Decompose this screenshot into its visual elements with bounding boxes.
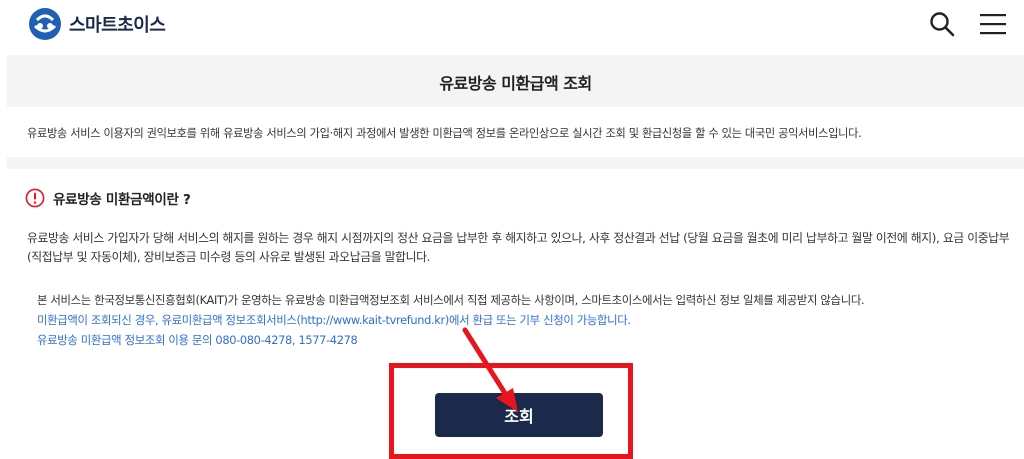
- highlight-box: [389, 363, 633, 459]
- title-band: 유료방송 미환급액 조회: [7, 55, 1024, 107]
- notice-block: 본 서비스는 한국정보통신진흥협회(KAIT)가 운영하는 유료방송 미환급액정…: [37, 290, 865, 350]
- notice-line-contact: 유료방송 미환급액 정보조회 이용 문의 080-080-4278, 1577-…: [37, 333, 358, 347]
- section-divider: [7, 157, 1024, 169]
- hamburger-menu-icon[interactable]: [979, 11, 1007, 37]
- search-icon[interactable]: [929, 11, 955, 37]
- section-title: 유료방송 미환금액이란 ?: [53, 192, 191, 208]
- exclamation-circle-icon: [25, 188, 45, 208]
- notice-line-provider: 본 서비스는 한국정보통신진흥협회(KAIT)가 운영하는 유료방송 미환급액정…: [37, 293, 865, 307]
- logo-icon: [29, 8, 61, 40]
- top-header: 스마트초이스: [0, 0, 1024, 48]
- smartchoice-logo[interactable]: 스마트초이스: [27, 6, 166, 42]
- page-title: 유료방송 미환급액 조회: [439, 74, 592, 93]
- section-header: 유료방송 미환금액이란 ?: [25, 188, 191, 208]
- service-intro-text: 유료방송 서비스 이용자의 권익보호를 위해 유료방송 서비스의 가입·해지 과…: [27, 127, 862, 140]
- logo-text: 스마트초이스: [69, 15, 166, 36]
- section-description: 유료방송 서비스 가입자가 당해 서비스의 해지를 원하는 경우 해지 시점까지…: [27, 231, 1010, 264]
- notice-line-refund-link[interactable]: 미환급액이 조회되신 경우, 유료미환급액 정보조회서비스(http://www…: [37, 310, 864, 330]
